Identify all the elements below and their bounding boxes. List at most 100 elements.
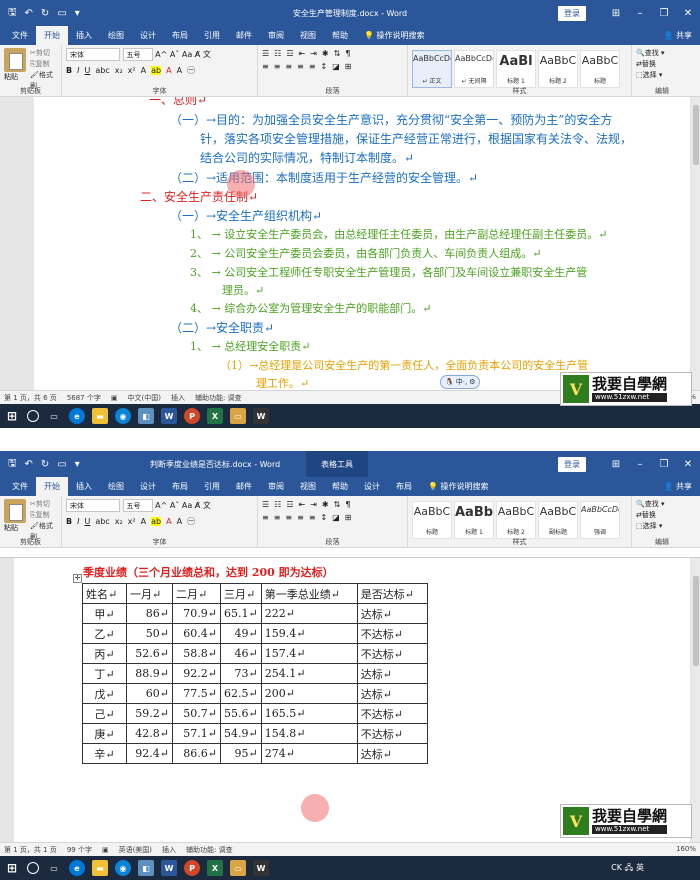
login-button[interactable]: 登录 [558,457,586,472]
italic-icon[interactable]: I [77,66,79,75]
table-move-handle-icon[interactable]: ✛ [73,574,82,583]
shading-icon[interactable]: ◪ [332,513,340,522]
align-center-icon[interactable]: ≡ [274,62,281,71]
document-page[interactable]: 一、总则↵ （一）→目的：为加强全员安全生产意识，充分贯彻“安全第一、预防为主”… [34,97,690,390]
find-button[interactable]: 🔍查找 ▾ [636,48,688,59]
close-button[interactable]: ✕ [676,451,700,477]
shrink-font-icon[interactable]: Aˇ [170,501,179,510]
line-spacing-icon[interactable]: ↕ [321,513,328,522]
tab-view[interactable]: 视图 [292,477,324,496]
language-indicator[interactable]: 英 [636,863,644,872]
justify-icon[interactable]: ≡ [297,513,304,522]
enclose-char-icon[interactable]: ㊀ [187,65,195,76]
tab-view[interactable]: 视图 [292,26,324,45]
scroll-thumb[interactable] [693,105,699,165]
tab-references[interactable]: 引用 [196,477,228,496]
font-name-combo[interactable]: 宋体 [66,499,120,512]
borders-icon[interactable]: ⊞ [345,513,352,522]
change-case-icon[interactable]: Aa [182,50,192,59]
tell-me-search[interactable]: 💡 操作说明搜索 [420,477,497,496]
tab-help[interactable]: 帮助 [324,477,356,496]
align-right-icon[interactable]: ≡ [285,62,292,71]
folder-icon[interactable]: ▭ [230,408,246,424]
tab-home[interactable]: 开始 [36,477,68,496]
start-windows-icon[interactable]: ⊞ [4,860,20,876]
browser-icon[interactable]: ◉ [115,408,131,424]
edge-icon[interactable]: e [69,408,85,424]
style-heading-1[interactable]: AaBb 标题 1 [454,501,494,539]
text-effects-icon[interactable]: A [141,517,146,526]
login-button[interactable]: 登录 [558,6,586,21]
find-button[interactable]: 🔍查找 ▾ [636,499,688,510]
open-icon[interactable]: ▭ [57,459,66,470]
phonetic-icon[interactable]: 文 [203,501,211,510]
copy-button[interactable]: ⎘复制 [30,510,57,521]
minimize-button[interactable]: – [628,0,652,26]
tab-design[interactable]: 设计 [132,477,164,496]
ribbon-display-icon[interactable]: ⊞ [604,0,628,26]
word-app-icon[interactable]: W [161,408,177,424]
tell-me-search[interactable]: 💡 操作说明搜索 [356,26,433,45]
style-heading-2[interactable]: AaBbC 标题 2 [538,50,578,88]
task-view-icon[interactable]: ▭ [46,860,62,876]
proofing-icon[interactable]: ▣ [102,846,109,854]
subscript-icon[interactable]: x₂ [115,66,123,75]
search-icon[interactable] [27,862,39,874]
word-count[interactable]: 99 个字 [67,845,92,855]
insert-mode[interactable]: 插入 [162,845,176,855]
numbering-icon[interactable]: ☷ [274,500,281,509]
superscript-icon[interactable]: x² [128,517,136,526]
customize-qat-icon[interactable]: ▾ [75,8,80,19]
page-count[interactable]: 第 1 页，共 6 页 [4,393,57,403]
borders-icon[interactable]: ⊞ [345,62,352,71]
grow-font-icon[interactable]: A^ [155,50,167,59]
font-color-icon[interactable]: A [166,66,171,75]
style-emphasis[interactable]: AaBbCcDc 强调 [580,501,620,539]
folder-icon[interactable]: ▭ [230,860,246,876]
char-shading-icon[interactable]: A [177,66,182,75]
phonetic-icon[interactable]: 文 [203,50,211,59]
font-color-icon[interactable]: A [166,517,171,526]
tab-table-layout[interactable]: 布局 [388,477,420,496]
excel-app-icon[interactable]: X [207,408,223,424]
style-title[interactable]: AaBbC 标题 [580,50,620,88]
excel-app-icon[interactable]: X [207,860,223,876]
tab-file[interactable]: 文件 [4,477,36,496]
wps-app-icon[interactable]: W [253,860,269,876]
cut-button[interactable]: ✂剪切 [30,48,57,59]
tab-review[interactable]: 审阅 [260,477,292,496]
enclose-char-icon[interactable]: ㊀ [187,516,195,527]
select-button[interactable]: ⬚选择 ▾ [636,521,688,532]
search-icon[interactable] [27,410,39,422]
font-name-combo[interactable]: 宋体 [66,48,120,61]
save-icon[interactable]: 🖫 [8,5,17,22]
bold-icon[interactable]: B [66,66,72,75]
replace-button[interactable]: ⇄替换 [636,510,688,521]
justify-icon[interactable]: ≡ [297,62,304,71]
tab-mailings[interactable]: 邮件 [228,477,260,496]
bullets-icon[interactable]: ☰ [262,500,269,509]
vertical-scrollbar[interactable] [692,97,700,390]
align-left-icon[interactable]: ≡ [262,513,269,522]
chinese-layout-icon[interactable]: ✱ [322,500,329,509]
underline-icon[interactable]: U [84,517,90,526]
italic-icon[interactable]: I [77,517,79,526]
font-size-combo[interactable]: 五号 [122,499,153,512]
language-status[interactable]: 英语(美国) [119,845,152,855]
select-button[interactable]: ⬚选择 ▾ [636,70,688,81]
zoom-level[interactable]: 160% [676,845,696,853]
distribute-icon[interactable]: ≡ [309,513,316,522]
cut-button[interactable]: ✂剪切 [30,499,57,510]
tab-references[interactable]: 引用 [196,26,228,45]
start-windows-icon[interactable]: ⊞ [4,408,20,424]
grow-font-icon[interactable]: A^ [155,501,167,510]
decrease-indent-icon[interactable]: ⇤ [299,49,306,58]
strikethrough-icon[interactable]: abc [95,66,109,75]
style-normal[interactable]: AaBbCcDd ↵ 正文 [412,50,452,88]
share-button[interactable]: 👤 共享 [663,30,692,41]
decrease-indent-icon[interactable]: ⇤ [299,500,306,509]
accessibility-status[interactable]: 辅助功能: 调查 [186,845,233,855]
increase-indent-icon[interactable]: ⇥ [310,500,317,509]
save-icon[interactable]: 🖫 [8,456,17,473]
subscript-icon[interactable]: x₂ [115,517,123,526]
